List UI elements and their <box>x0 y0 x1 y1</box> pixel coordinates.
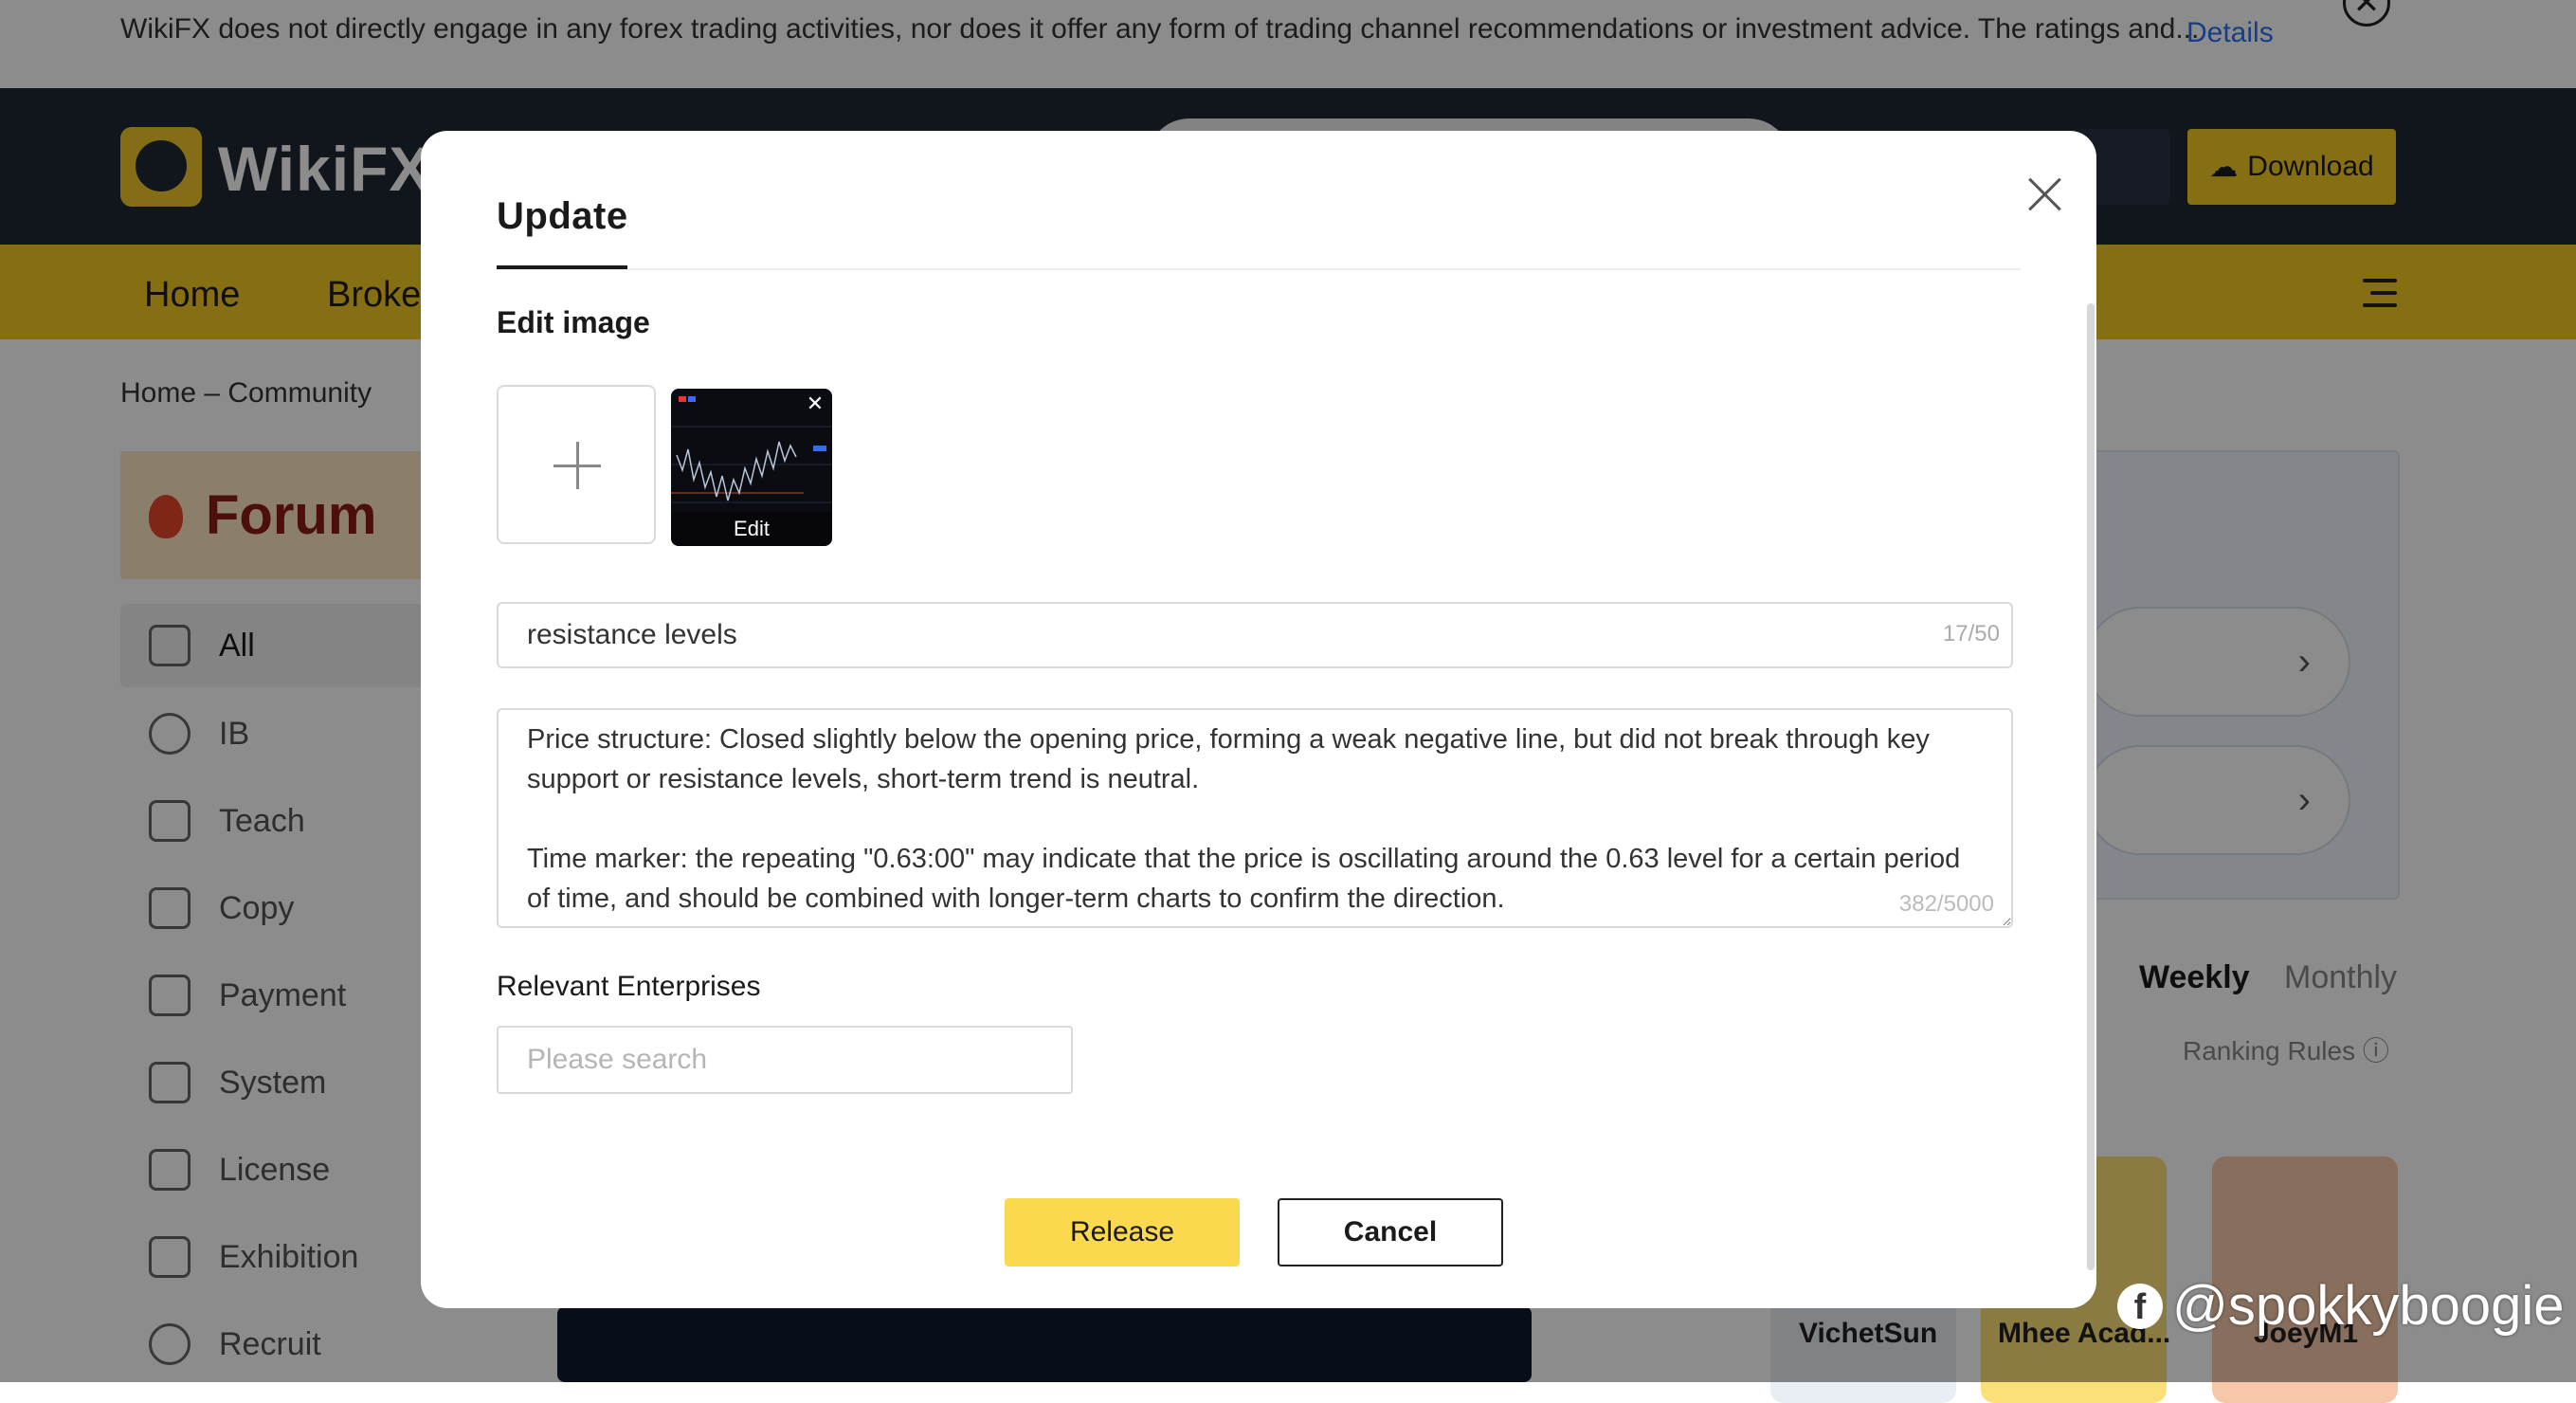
title-divider <box>497 268 2021 270</box>
content-char-counter: 382/5000 <box>1898 891 1994 917</box>
title-underline <box>497 265 627 269</box>
release-button[interactable]: Release <box>1005 1198 1240 1266</box>
image-thumbnail[interactable]: ✕ Edit <box>671 389 832 546</box>
cancel-button[interactable]: Cancel <box>1278 1198 1503 1266</box>
title-char-counter: 17/50 <box>1942 621 2000 647</box>
plus-icon-vertical <box>576 442 579 489</box>
facebook-icon: f <box>2117 1283 2163 1329</box>
watermark: f @spokkyboogie <box>2117 1274 2565 1338</box>
remove-image-icon[interactable]: ✕ <box>804 392 826 415</box>
edit-image-button[interactable]: Edit <box>671 512 832 546</box>
modal-title: Update <box>497 195 628 237</box>
edit-image-label: Edit image <box>497 305 650 339</box>
post-content-textarea[interactable]: Price structure: Closed slightly below t… <box>497 708 2013 928</box>
post-title-input[interactable] <box>497 602 2013 668</box>
update-modal: Update Edit image ✕ Edit 17/50 Price str… <box>421 131 2096 1308</box>
add-image-button[interactable] <box>497 385 656 544</box>
relevant-enterprises-label: Relevant Enterprises <box>497 971 761 1002</box>
close-icon[interactable] <box>2023 173 2066 216</box>
watermark-handle: @spokkyboogie <box>2172 1275 2565 1337</box>
enterprise-search-input[interactable] <box>497 1026 1073 1094</box>
modal-scrollbar[interactable] <box>2087 303 2095 1270</box>
